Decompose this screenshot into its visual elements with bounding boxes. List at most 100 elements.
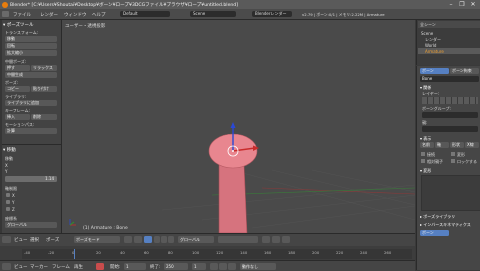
stats-text: v2.79 | ボーン:0/1 | メモリ:2.22M | Armature [302, 12, 385, 18]
editor-type-icon[interactable] [2, 11, 9, 17]
scale-manipulator[interactable] [168, 236, 174, 243]
window-title-bar: Blender* [C:¥Users¥Shoutai¥Desktop¥ボーン¥ロ… [0, 0, 480, 9]
outliner: 全シーン Scene レンダー World Armature [416, 20, 480, 65]
manipulator-toggle[interactable] [144, 236, 152, 243]
delete-keyframe-button[interactable]: 削除 [31, 114, 57, 120]
info-header: ファイル レンダー ウィンドウ ヘルプ Default Scene Blende… [0, 9, 480, 20]
relax-button[interactable]: リラックス [31, 65, 57, 71]
constraint-x-checkbox[interactable] [6, 193, 10, 197]
auto-keying-button[interactable] [96, 262, 104, 270]
screen-layout-field[interactable]: Default [120, 11, 170, 17]
push-button[interactable]: 押す [5, 65, 30, 71]
blender-logo-icon [2, 1, 8, 8]
parent-field[interactable] [422, 126, 478, 132]
timeline-header: ビュー マーカー フレーム 再生 開始: 1 終了: 250 1 動作なし [0, 260, 415, 271]
close-button[interactable]: ✕ [468, 1, 478, 8]
deform-checkbox[interactable] [451, 152, 455, 156]
mini-y-axis [69, 221, 75, 226]
move-value-field[interactable]: 1.14 [5, 176, 57, 182]
timeline-ruler[interactable]: -40 -20 0 20 40 60 80 100 120 140 160 18… [22, 249, 412, 259]
insert-keyframe-button[interactable]: 挿入 [5, 114, 30, 120]
menu-file[interactable]: ファイル [13, 12, 31, 18]
deform-header[interactable]: ▾ 変形 [420, 168, 431, 174]
render-engine-dropdown[interactable]: Blenderレンダー [252, 11, 292, 17]
menu-window[interactable]: ウィンドウ [64, 12, 87, 18]
timeline-menu-marker[interactable]: マーカー [30, 264, 48, 270]
panel-divider [2, 144, 61, 145]
constraint-z-checkbox[interactable] [6, 207, 10, 211]
properties-editor: ボーン ボーン拘束 Bone ▾ 関係 レイヤー: ボーングループ: 親: ▾ … [416, 66, 480, 270]
z-arrow-icon[interactable] [230, 122, 236, 128]
translate-manipulator[interactable] [154, 236, 160, 243]
connected-checkbox[interactable] [421, 152, 425, 156]
pivot-button[interactable] [134, 236, 142, 243]
start-label: 開始: [110, 264, 121, 270]
paste-pose-button[interactable]: 貼り付け [31, 86, 57, 92]
rotate-button[interactable]: 回転 [5, 43, 57, 49]
display-xray-toggle[interactable]: X線 [465, 142, 479, 148]
constraint-y-checkbox[interactable] [6, 200, 10, 204]
3d-viewport[interactable]: ユーザー・透視投影 (1) Armature : Bone [62, 20, 415, 233]
display-shape-toggle[interactable]: 形状 [450, 142, 464, 148]
tick-label: -20 [48, 250, 55, 255]
ik-header[interactable]: ▸ インバースキネマティクス [420, 222, 471, 228]
maximize-button[interactable]: ❐ [457, 1, 467, 8]
keying-set-dropdown[interactable]: 動作なし [240, 262, 276, 270]
timeline-menu-playback[interactable]: 再生 [74, 264, 83, 270]
menu-help[interactable]: ヘルプ [92, 12, 106, 18]
jump-start-icon[interactable] [210, 262, 218, 270]
scale-button[interactable]: 拡大縮小 [5, 50, 57, 56]
layers-widget[interactable] [218, 236, 258, 243]
pose-tools-header[interactable]: ▾ ポーズツール [3, 22, 33, 28]
rotate-manipulator[interactable] [161, 236, 167, 243]
current-frame-marker[interactable] [74, 249, 75, 259]
bone-shaft[interactable] [218, 162, 248, 233]
camera-icon[interactable] [282, 236, 290, 243]
bone-group-field[interactable] [422, 112, 478, 118]
timeline-menu-frame[interactable]: フレーム [52, 264, 70, 270]
current-frame-field[interactable]: 1 [192, 262, 206, 270]
minimize-button[interactable]: – [446, 1, 456, 8]
display-axis-toggle[interactable]: 軸 [435, 142, 449, 148]
pose-library-header[interactable]: ▸ ポーズライブラリ [420, 214, 455, 220]
outliner-item-scene[interactable]: Scene [421, 31, 433, 36]
display-name-toggle[interactable]: 名前 [420, 142, 434, 148]
breakdowner-button[interactable]: 中間生成 [5, 72, 57, 78]
bone-name-field[interactable]: Bone [420, 76, 479, 82]
start-frame-field[interactable]: 1 [124, 262, 146, 270]
outliner-item-armature[interactable]: Armature [425, 49, 444, 54]
copy-pose-button[interactable]: コピー [5, 86, 30, 92]
shading-button[interactable] [124, 236, 132, 243]
relative-parent-checkbox[interactable] [421, 159, 425, 163]
translate-button[interactable]: 移動 [5, 36, 57, 42]
mode-dropdown[interactable]: ポーズモード [74, 236, 120, 243]
tab-bone-constraints[interactable]: ボーン拘束 [450, 68, 479, 74]
redo-panel-header[interactable]: ▾ 移動 [3, 147, 16, 153]
tick-label: 120 [216, 250, 224, 255]
menu-select[interactable]: 選択 [30, 237, 39, 243]
bone-layer-grid[interactable] [422, 97, 478, 104]
play-icon[interactable] [219, 262, 227, 270]
tick-label: 200 [312, 250, 320, 255]
end-frame-field[interactable]: 250 [164, 262, 188, 270]
tool-tabs-strip[interactable] [0, 20, 2, 245]
menu-pose[interactable]: ポーズ [46, 237, 59, 243]
lock-icon[interactable] [262, 236, 270, 243]
orientation-header-dropdown[interactable]: グローバル [178, 236, 214, 243]
end-label: 終了: [150, 264, 161, 270]
tab-bone[interactable]: ボーン [420, 68, 449, 74]
bottom-bone-button[interactable]: ボーン [420, 230, 449, 236]
view3d-editor-icon[interactable] [2, 236, 11, 243]
outliner-display-mode[interactable]: 全シーン [420, 22, 436, 28]
add-to-library-button[interactable]: ライブラリに追加 [5, 100, 57, 106]
lock-checkbox[interactable] [451, 159, 455, 163]
snap-icon[interactable] [272, 236, 280, 243]
timeline-menu-view[interactable]: ビュー [14, 264, 28, 270]
orientation-dropdown[interactable]: グローバル [5, 222, 57, 228]
menu-view[interactable]: ビュー [14, 237, 28, 243]
timeline-editor-icon[interactable] [2, 262, 11, 270]
calculate-path-button[interactable]: 計算 [5, 128, 57, 134]
scene-field[interactable]: Scene [190, 11, 236, 17]
jump-end-icon[interactable] [228, 262, 236, 270]
menu-render[interactable]: レンダー [40, 12, 58, 18]
